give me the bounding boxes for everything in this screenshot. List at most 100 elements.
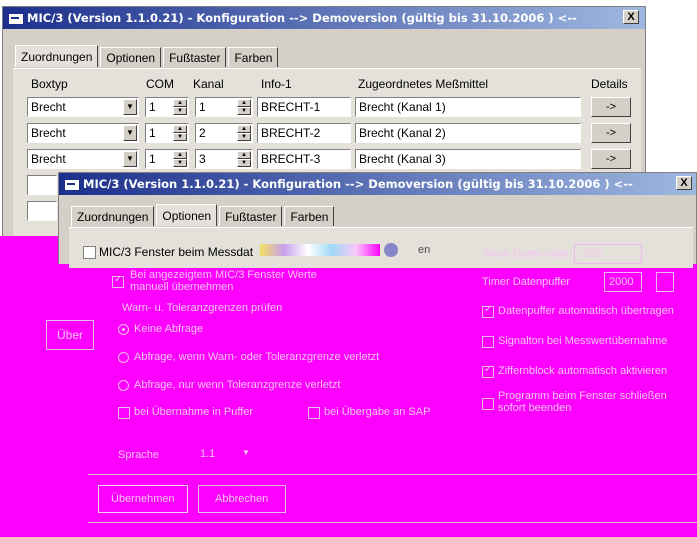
tab-fusstaster[interactable]: Fußtaster xyxy=(163,47,227,67)
com-stepper[interactable]: 1 ▲ ▼ xyxy=(145,97,189,117)
bottom-separator xyxy=(88,474,697,475)
timer-daten-holen-value: 200 xyxy=(583,248,602,260)
tab-optionen[interactable]: Optionen xyxy=(100,47,162,67)
datenpuffer-checkbox-label: Datenpuffer automatisch übertragen xyxy=(498,305,674,317)
info1-field[interactable]: BRECHT-2 xyxy=(257,123,351,143)
spin-buttons[interactable]: ▲ ▼ xyxy=(237,125,251,141)
arrow-up-icon[interactable]: ▲ xyxy=(237,99,251,107)
puffer-checkbox[interactable] xyxy=(118,407,130,419)
boxtyp-select[interactable]: Brecht ▼ xyxy=(27,149,139,169)
kanal-value: 2 xyxy=(199,126,206,140)
app-icon xyxy=(64,179,80,191)
title-bar: MIC/3 (Version 1.1.0.21) - Konfiguration… xyxy=(3,7,645,29)
glitch-stripe xyxy=(260,244,380,256)
tab-farben[interactable]: Farben xyxy=(284,206,335,226)
uebernehmen-button-back[interactable]: Über xyxy=(46,320,94,350)
arrow-down-icon[interactable]: ▼ xyxy=(173,133,187,141)
signalton-checkbox[interactable] xyxy=(482,336,494,348)
arrow-up-icon[interactable]: ▲ xyxy=(237,125,251,133)
arrow-up-icon[interactable]: ▲ xyxy=(173,99,187,107)
messdaten-checkbox[interactable] xyxy=(83,246,96,259)
messmittel-field[interactable]: Brecht (Kanal 1) xyxy=(355,97,581,117)
empty-cell[interactable] xyxy=(27,201,57,221)
close-button[interactable]: X xyxy=(623,10,639,24)
signalton-checkbox-label: Signalton bei Messwertübernahme xyxy=(498,335,668,347)
timer-daten-holen-label: Timer Daten holen xyxy=(482,248,573,260)
info1-field[interactable]: BRECHT-1 xyxy=(257,97,351,117)
spin-buttons[interactable]: ▲ ▼ xyxy=(173,151,187,167)
window-bottom-edge xyxy=(88,522,697,523)
uebernehmen-label: Übernehmen xyxy=(111,493,175,505)
kanal-stepper[interactable]: 3 ▲ ▼ xyxy=(195,149,253,169)
com-value: 1 xyxy=(149,100,156,114)
glitch-icon xyxy=(384,243,398,257)
arrow-down-icon[interactable]: ▼ xyxy=(237,133,251,141)
tab-farben[interactable]: Farben xyxy=(228,47,279,67)
com-value: 1 xyxy=(149,126,156,140)
details-button[interactable]: -> xyxy=(591,97,631,117)
programm-checkbox[interactable] xyxy=(482,398,494,410)
timer-datenpuffer-field[interactable]: 2000 xyxy=(604,272,642,292)
uebernehmen-button[interactable]: Übernehmen xyxy=(98,485,188,513)
arrow-up-icon[interactable]: ▲ xyxy=(237,151,251,159)
window-title: MIC/3 (Version 1.1.0.21) - Konfiguration… xyxy=(83,177,633,191)
window-title: MIC/3 (Version 1.1.0.21) - Konfiguration… xyxy=(27,11,577,25)
ziffernblock-checkbox[interactable] xyxy=(482,364,494,378)
spin-buttons[interactable] xyxy=(656,272,674,292)
timer-datenpuffer-value: 2000 xyxy=(609,276,634,288)
arrow-down-icon[interactable]: ▼ xyxy=(173,159,187,167)
details-button[interactable]: -> xyxy=(591,123,631,143)
tab-optionen[interactable]: Optionen xyxy=(156,204,218,226)
chevron-down-icon[interactable]: ▼ xyxy=(123,99,137,115)
abbrechen-button[interactable]: Abbrechen xyxy=(198,485,286,513)
radio-keine-abfrage[interactable] xyxy=(118,324,129,335)
boxtyp-select[interactable]: Brecht ▼ xyxy=(27,123,139,143)
sprache-value: 1.1 xyxy=(200,448,216,460)
radio-toleranz[interactable] xyxy=(118,380,129,391)
spin-buttons[interactable]: ▲ ▼ xyxy=(237,99,251,115)
radio-warn-toleranz[interactable] xyxy=(118,352,129,363)
chevron-down-icon[interactable]: ▼ xyxy=(242,448,250,457)
uebernehmen-back-label: Über xyxy=(57,328,84,342)
com-value: 1 xyxy=(149,152,156,166)
ziffernblock-checkbox-label: Ziffernblock automatisch aktivieren xyxy=(498,365,668,377)
spin-buttons[interactable]: ▲ ▼ xyxy=(173,125,187,141)
programm-checkbox-label: Programm beim Fenster schließen sofort b… xyxy=(498,390,667,414)
boxtyp-value: Brecht xyxy=(31,100,66,114)
col-info1: Info-1 xyxy=(261,77,292,91)
arrow-up-icon[interactable]: ▲ xyxy=(173,151,187,159)
chevron-down-icon[interactable]: ▼ xyxy=(123,151,137,167)
tab-zuordnungen[interactable]: Zuordnungen xyxy=(15,45,99,67)
col-details: Details xyxy=(591,77,628,91)
empty-cell[interactable] xyxy=(27,175,57,195)
timer-datenpuffer-label: Timer Datenpuffer xyxy=(482,276,571,288)
com-stepper[interactable]: 1 ▲ ▼ xyxy=(145,149,189,169)
manual-values-checkbox[interactable] xyxy=(112,274,124,288)
tab-zuordnungen[interactable]: Zuordnungen xyxy=(71,206,155,226)
details-button[interactable]: -> xyxy=(591,149,631,169)
info1-field[interactable]: BRECHT-3 xyxy=(257,149,351,169)
messmittel-field[interactable]: Brecht (Kanal 3) xyxy=(355,149,581,169)
spin-buttons[interactable]: ▲ ▼ xyxy=(237,151,251,167)
messdaten-label-suffix: en xyxy=(418,244,431,256)
com-stepper[interactable]: 1 ▲ ▼ xyxy=(145,123,189,143)
boxtyp-value: Brecht xyxy=(31,126,66,140)
spin-buttons[interactable]: ▲ ▼ xyxy=(173,99,187,115)
timer-daten-holen-field[interactable]: 200 xyxy=(574,244,642,264)
sap-checkbox[interactable] xyxy=(308,407,320,419)
arrow-up-icon[interactable]: ▲ xyxy=(173,125,187,133)
arrow-down-icon[interactable]: ▼ xyxy=(173,107,187,115)
kanal-stepper[interactable]: 2 ▲ ▼ xyxy=(195,123,253,143)
boxtyp-select[interactable]: Brecht ▼ xyxy=(27,97,139,117)
radio-warn-toleranz-label: Abfrage, wenn Warn- oder Toleranzgrenze … xyxy=(134,351,380,363)
chevron-down-icon[interactable]: ▼ xyxy=(123,125,137,141)
arrow-down-icon[interactable]: ▼ xyxy=(237,159,251,167)
close-button[interactable]: X xyxy=(676,176,692,190)
kanal-stepper[interactable]: 1 ▲ ▼ xyxy=(195,97,253,117)
datenpuffer-checkbox[interactable] xyxy=(482,304,494,318)
sprache-select[interactable]: 1.1 ▼ xyxy=(196,444,256,464)
tab-fusstaster[interactable]: Fußtaster xyxy=(219,206,283,226)
kanal-value: 3 xyxy=(199,152,206,166)
arrow-down-icon[interactable]: ▼ xyxy=(237,107,251,115)
messmittel-field[interactable]: Brecht (Kanal 2) xyxy=(355,123,581,143)
